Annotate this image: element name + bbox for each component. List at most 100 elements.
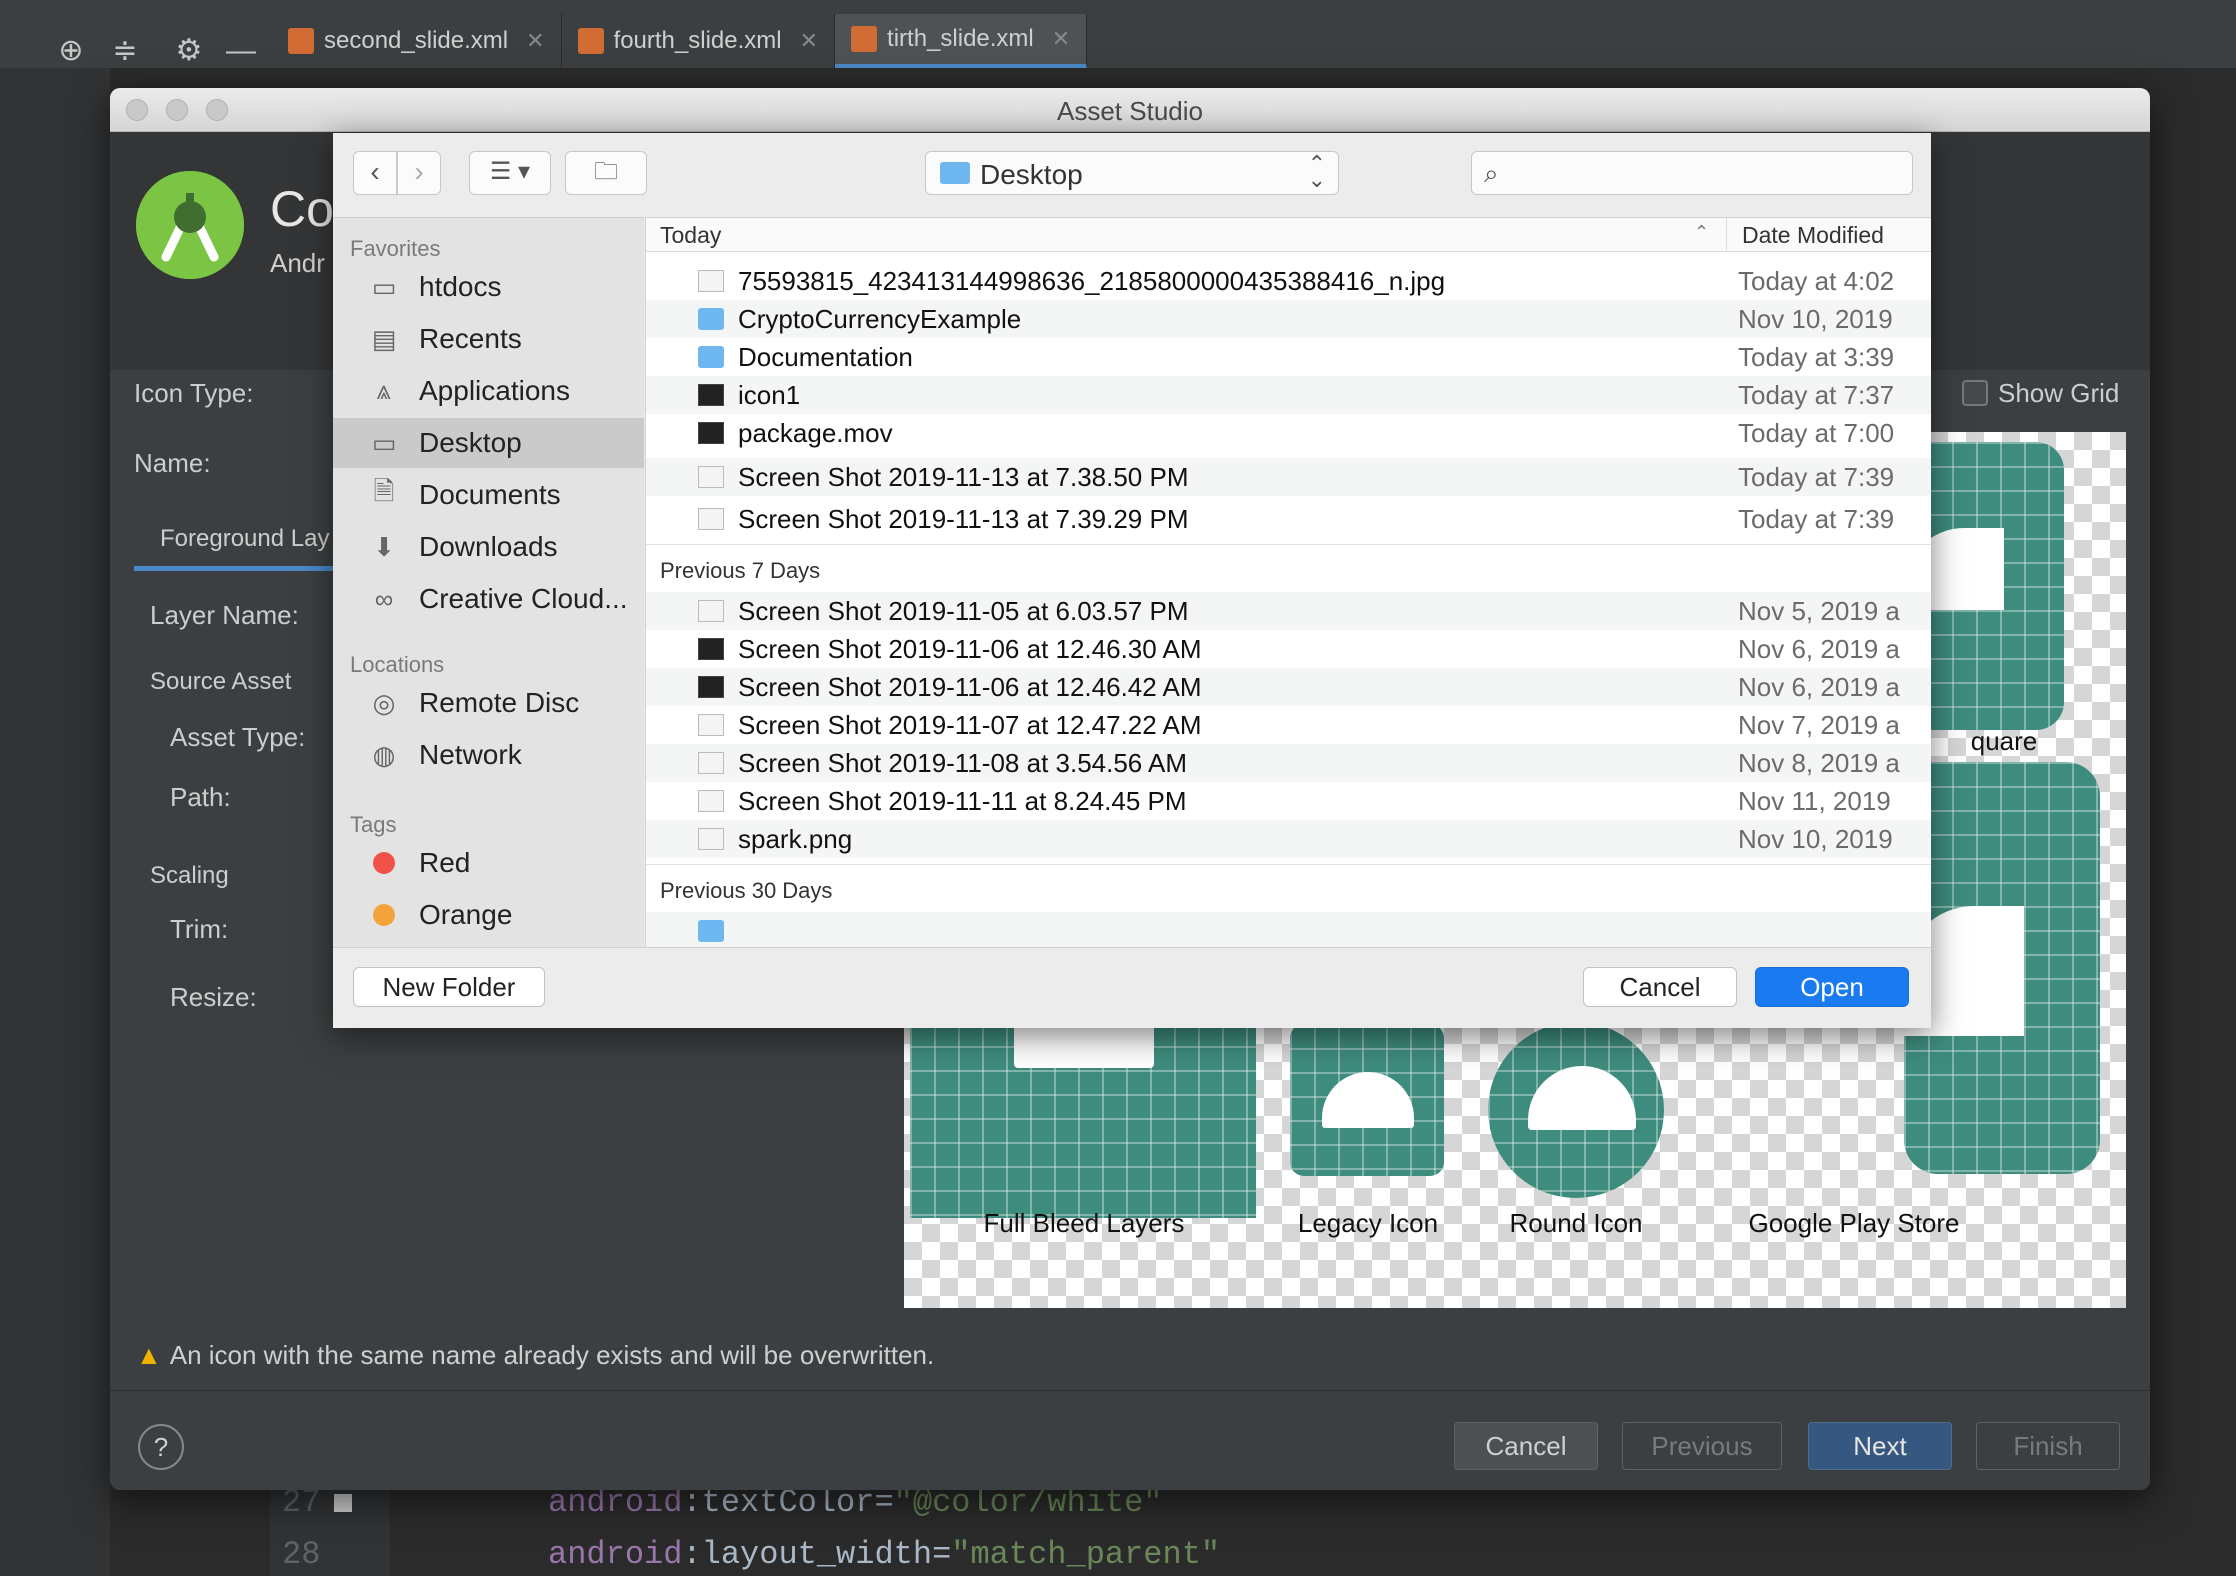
folder-icon xyxy=(698,308,724,330)
tags-header: Tags xyxy=(350,812,397,837)
warning-text: An icon with the same name already exist… xyxy=(169,1340,935,1370)
open-button[interactable]: Open xyxy=(1755,967,1909,1007)
resize-label: Resize: xyxy=(170,982,257,1012)
sidebar-item-label: Creative Cloud... xyxy=(419,583,628,614)
disc-icon: ◎ xyxy=(372,687,396,718)
tab-foreground-layer[interactable]: Foreground Lay xyxy=(160,525,329,553)
file-row[interactable]: package.mov Today at 7:00 xyxy=(646,414,1931,452)
crosshair-icon[interactable]: ⊕ xyxy=(54,34,88,68)
stepper-icon: ⌃ ⌄ xyxy=(1307,151,1326,192)
window-titlebar: Asset Studio xyxy=(110,88,2150,132)
xml-file-icon xyxy=(851,26,878,52)
cancel-button[interactable]: Cancel xyxy=(1454,1422,1598,1470)
downloads-icon: ⬇ xyxy=(373,531,395,562)
preview-label-full-bleed: Full Bleed Layers xyxy=(983,1208,1185,1238)
screenshot-icon xyxy=(698,600,724,622)
previous-button[interactable]: Previous xyxy=(1622,1422,1782,1470)
next-button[interactable]: Next xyxy=(1808,1422,1952,1470)
file-row[interactable]: Screen Shot 2019-11-11 at 8.24.45 PM Nov … xyxy=(646,782,1931,820)
fold-marker-icon[interactable] xyxy=(334,1494,352,1512)
sidebar-item-htdocs[interactable]: ▭ htdocs xyxy=(333,262,644,312)
code-line[interactable]: android:layout_width="match_parent" xyxy=(548,1536,1220,1573)
file-row[interactable]: CryptoCurrencyExample Nov 10, 2019 xyxy=(646,300,1931,338)
back-button[interactable]: ‹ xyxy=(353,151,397,195)
sidebar-item-recents[interactable]: ▤ Recents xyxy=(333,314,644,364)
screenshot-icon xyxy=(698,638,724,660)
sidebar-item-tag-red[interactable]: Red xyxy=(333,838,644,888)
video-file-icon xyxy=(698,422,724,444)
tab-fourth-slide[interactable]: fourth_slide.xml ✕ xyxy=(561,14,836,68)
screenshot-icon xyxy=(698,714,724,736)
gear-icon[interactable]: ⚙ xyxy=(172,34,206,68)
close-icon[interactable]: ✕ xyxy=(800,28,818,54)
line-number: 28 xyxy=(282,1536,321,1573)
android-studio-logo xyxy=(136,171,244,279)
file-row[interactable]: Screen Shot 2019-11-07 at 12.47.22 AM Nov… xyxy=(646,706,1931,744)
new-folder-icon: 🗀 xyxy=(594,158,618,185)
file-row[interactable]: Screen Shot 2019-11-05 at 6.03.57 PM Nov … xyxy=(646,592,1931,630)
location-selector[interactable]: Desktop ⌃ ⌄ xyxy=(925,151,1339,195)
scaling-label: Scaling xyxy=(150,862,229,889)
help-button[interactable]: ? xyxy=(138,1424,184,1470)
file-row[interactable]: spark.png Nov 10, 2019 xyxy=(646,820,1931,858)
sidebar-item-creative-cloud[interactable]: ∞ Creative Cloud... xyxy=(333,574,644,624)
screenshot-icon xyxy=(698,466,724,488)
date-column-header[interactable]: Date Modified xyxy=(1742,222,1884,249)
folder-icon xyxy=(698,346,724,368)
name-column-header[interactable]: Today xyxy=(660,222,721,249)
sidebar-item-desktop[interactable]: ▭ Desktop xyxy=(333,418,644,468)
close-icon[interactable]: ✕ xyxy=(526,28,544,54)
creative-cloud-icon: ∞ xyxy=(374,583,394,614)
file-row-partial[interactable] xyxy=(646,912,1931,947)
desktop-icon: ▭ xyxy=(371,427,397,458)
sidebar-item-applications[interactable]: ⩓ Applications xyxy=(333,366,644,416)
tab-tirth-slide[interactable]: tirth_slide.xml ✕ xyxy=(835,14,1088,68)
sidebar-item-remote-disc[interactable]: ◎ Remote Disc xyxy=(333,678,644,728)
file-row[interactable]: Screen Shot 2019-11-06 at 12.46.42 AM Nov… xyxy=(646,668,1931,706)
file-row[interactable]: 75593815_423413144998636_218580000043538… xyxy=(646,262,1931,300)
show-grid-checkbox[interactable] xyxy=(1962,380,1988,406)
sidebar-item-tag-orange[interactable]: Orange xyxy=(333,890,644,940)
overwrite-warning: ▲ An icon with the same name already exis… xyxy=(136,1340,934,1371)
sidebar-item-label: Recents xyxy=(419,323,522,354)
asset-type-label: Asset Type: xyxy=(170,722,306,752)
chevron-right-icon: › xyxy=(414,156,424,187)
preview-label-square: quare xyxy=(1970,726,2038,756)
preview-label-play-store: Google Play Store xyxy=(1748,1208,1960,1238)
search-field[interactable]: ⌕ xyxy=(1471,151,1913,195)
screenshot-icon xyxy=(698,508,724,530)
forward-button[interactable]: › xyxy=(397,151,441,195)
cancel-button[interactable]: Cancel xyxy=(1583,967,1737,1007)
favorites-header: Favorites xyxy=(350,236,441,261)
tab-second-slide[interactable]: second_slide.xml ✕ xyxy=(272,14,562,68)
sidebar-item-downloads[interactable]: ⬇ Downloads xyxy=(333,522,644,572)
minimize-icon[interactable]: — xyxy=(224,34,258,68)
header-title: Co xyxy=(270,181,334,237)
new-folder-toolbar-button[interactable]: 🗀 xyxy=(565,151,647,195)
path-label: Path: xyxy=(170,782,231,812)
preview-label-legacy: Legacy Icon xyxy=(1297,1208,1439,1238)
folder-icon: ▭ xyxy=(371,271,397,302)
file-row[interactable]: Documentation Today at 3:39 xyxy=(646,338,1931,376)
file-row[interactable]: Screen Shot 2019-11-08 at 3.54.56 AM Nov … xyxy=(646,744,1931,782)
location-label: Desktop xyxy=(980,159,1083,190)
tab-underline xyxy=(134,566,354,571)
file-row[interactable]: Screen Shot 2019-11-13 at 7.38.50 PM Toda… xyxy=(646,458,1931,496)
sidebar-item-network[interactable]: ◍ Network xyxy=(333,730,644,780)
sidebar-item-label: Orange xyxy=(419,899,513,930)
view-mode-button[interactable]: ☰ ▾ xyxy=(469,151,551,195)
file-row[interactable]: Screen Shot 2019-11-06 at 12.46.30 AM Nov… xyxy=(646,630,1931,668)
file-row[interactable]: icon1 Today at 7:37 xyxy=(646,376,1931,414)
collapse-icon[interactable]: ≑ xyxy=(108,34,142,68)
new-folder-button[interactable]: New Folder xyxy=(353,967,545,1007)
sidebar-item-documents[interactable]: 🗎 Documents xyxy=(333,470,644,520)
finish-button[interactable]: Finish xyxy=(1976,1422,2120,1470)
file-row[interactable]: Screen Shot 2019-11-13 at 7.39.29 PM Toda… xyxy=(646,500,1931,538)
sidebar-item-label: Red xyxy=(419,847,471,878)
warning-icon: ▲ xyxy=(136,1340,162,1370)
group-header: Previous 7 Days xyxy=(660,558,821,583)
finder-sidebar: Favorites ▭ htdocs ▤ Recents ⩓ Applications… xyxy=(333,217,644,947)
close-icon[interactable]: ✕ xyxy=(1052,26,1070,52)
trim-label: Trim: xyxy=(170,914,229,944)
group-header: Previous 30 Days xyxy=(660,878,833,903)
